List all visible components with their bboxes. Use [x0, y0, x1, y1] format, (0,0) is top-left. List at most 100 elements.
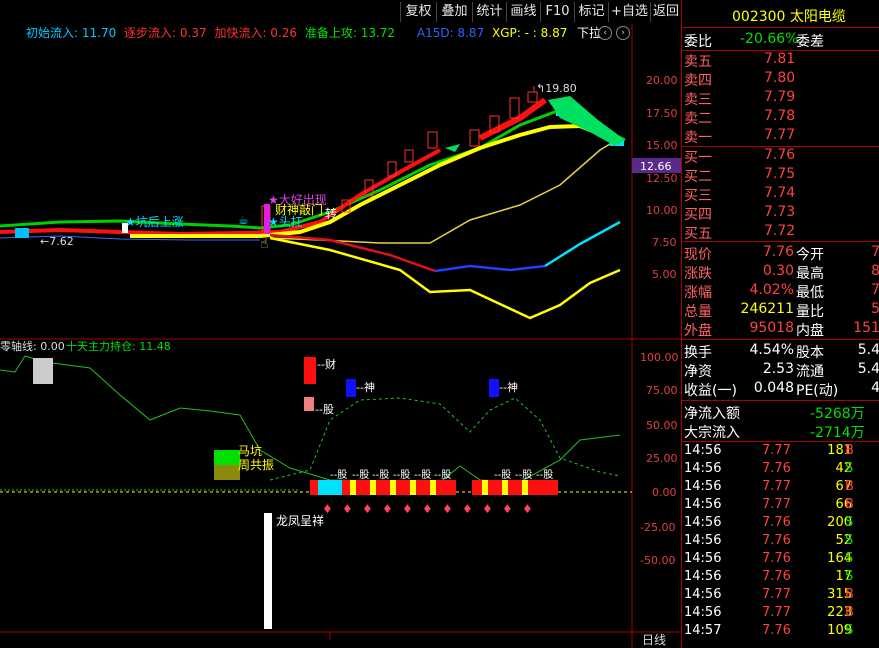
stat2-label-2: 流通 — [796, 364, 824, 380]
axis-label-20: 20.00 — [646, 74, 678, 87]
trade-row[interactable]: 14:56 7.77 66 B — [682, 497, 879, 516]
stat2-row[interactable]: 收益(一) 0.048 PE(动) 4 — [682, 380, 879, 399]
stat-value: 246211 — [740, 301, 794, 317]
stat-label: 涨跌 — [684, 266, 712, 282]
draw-line-button[interactable]: 画线 — [506, 2, 540, 22]
bid-row[interactable]: 买三 7.74 — [682, 185, 879, 204]
stat2-value: 4.54% — [749, 342, 794, 358]
ask-label: 卖三 — [684, 92, 712, 108]
ask-row[interactable]: 卖四 7.80 — [682, 70, 879, 89]
trade-row[interactable]: 14:56 7.77 181 B — [682, 443, 879, 462]
turn-label: 转 — [325, 206, 337, 221]
trade-row[interactable]: 14:56 7.76 52 S — [682, 533, 879, 552]
stat2-row[interactable]: 换手 4.54% 股本 5.4 — [682, 342, 879, 361]
stat-value-2: 5 — [871, 301, 879, 317]
ma-cyan-line — [544, 220, 621, 268]
trade-row[interactable]: 14:56 7.77 315 B — [682, 587, 879, 606]
low-price-label: ←7.62 — [40, 235, 74, 248]
bid-row[interactable]: 买四 7.73 — [682, 204, 879, 223]
svg-text:--股: --股 — [352, 469, 369, 481]
ask-row[interactable]: 卖五 7.81 — [682, 51, 879, 70]
f10-button[interactable]: F10 — [540, 2, 574, 22]
green-fan — [548, 96, 625, 146]
back-button[interactable]: 返回 — [650, 2, 681, 22]
sep-header — [682, 27, 879, 28]
trade-time: 14:56 — [684, 533, 722, 548]
stock-code: 002300 — [732, 9, 786, 25]
axis-label-5: 5.00 — [652, 268, 677, 281]
fuquan-button[interactable]: 复权 — [400, 2, 436, 22]
sub-axis-m25: -25.00 — [640, 521, 675, 534]
sub-axis-25: 25.00 — [646, 452, 678, 465]
overlay-button[interactable]: 叠加 — [436, 2, 472, 22]
grey-marker — [33, 358, 53, 384]
stat-value-2: 151 — [853, 320, 879, 336]
trade-time: 14:56 — [684, 587, 722, 602]
trade-side: B — [845, 479, 854, 494]
daily-tab[interactable]: 日线 — [642, 633, 666, 647]
stat-value: 95018 — [749, 320, 794, 336]
trade-row[interactable]: 14:56 7.76 164 S — [682, 551, 879, 570]
axis-label-12-5: 12.50 — [646, 172, 678, 185]
svg-text:--股: --股 — [393, 469, 410, 481]
stat2-label-2: 股本 — [796, 345, 824, 361]
toolbar: 复权 叠加 统计 画线 F10 标记 +自选 返回 — [0, 0, 681, 24]
bid-price: 7.76 — [764, 147, 796, 163]
stat-value-2: 8 — [871, 263, 879, 279]
svg-text:♦: ♦ — [342, 502, 353, 516]
svg-text:--股: --股 — [330, 469, 347, 481]
stat-row[interactable]: 总量 246211 量比 5 — [682, 301, 879, 320]
trade-price: 7.76 — [762, 569, 791, 584]
bid-row[interactable]: 买五 7.72 — [682, 223, 879, 242]
trade-side: B — [845, 587, 854, 602]
stock-name: 太阳电缆 — [789, 9, 846, 25]
cai-label: --财 — [317, 357, 336, 371]
trade-side: B — [845, 497, 854, 512]
sub-axis: 100.00 75.00 50.00 25.00 0.00 -25.00 -50… — [640, 351, 679, 567]
stock-header: 002300 太阳电缆 — [732, 6, 846, 25]
trade-row[interactable]: 14:57 7.76 109 S — [682, 623, 879, 642]
stat2-row[interactable]: 净资 2.53 流通 5.4 — [682, 361, 879, 380]
trade-row[interactable]: 14:56 7.76 42 S — [682, 461, 879, 480]
stat-row[interactable]: 现价 7.76 今开 7 — [682, 244, 879, 263]
bid-label: 买三 — [684, 188, 712, 204]
trade-row[interactable]: 14:56 7.77 67 B — [682, 479, 879, 498]
net-inflow-value: -5268万 — [810, 406, 865, 422]
bid-label: 买五 — [684, 226, 712, 242]
stat-row[interactable]: 涨幅 4.02% 最低 7 — [682, 282, 879, 301]
sep-stats2 — [682, 400, 879, 401]
high-price-label: ↰19.80 — [536, 82, 577, 95]
stats-button[interactable]: 统计 — [472, 2, 506, 22]
stat-row[interactable]: 外盘 95018 内盘 151 — [682, 320, 879, 339]
trade-row[interactable]: 14:56 7.77 223 B — [682, 605, 879, 624]
ask-row[interactable]: 卖二 7.78 — [682, 108, 879, 127]
mark-button[interactable]: 标记 — [574, 2, 608, 22]
trade-side: S — [845, 533, 854, 548]
cai-marker — [304, 357, 316, 384]
chart-area[interactable]: 20.00 17.50 15.00 12.50 10.00 7.50 5.00 … — [0, 24, 681, 648]
main-price-axis: 20.00 17.50 15.00 12.50 10.00 7.50 5.00 — [646, 74, 678, 281]
ma-keng-label: 马坑 — [238, 443, 262, 458]
stat-label: 涨幅 — [684, 285, 712, 301]
head-shoulder-label: ★头扛 — [268, 214, 303, 229]
stat-label-2: 量比 — [796, 304, 824, 320]
weibi-label: 委比 — [684, 34, 712, 50]
bid-row[interactable]: 买二 7.75 — [682, 166, 879, 185]
trade-row[interactable]: 14:56 7.76 200 S — [682, 515, 879, 534]
ask-label: 卖二 — [684, 111, 712, 127]
ask-row[interactable]: 卖三 7.79 — [682, 89, 879, 108]
ask-row[interactable]: 卖一 7.77 — [682, 127, 879, 146]
trade-price: 7.77 — [762, 587, 791, 602]
trade-time: 14:56 — [684, 461, 722, 476]
bid-row[interactable]: 买一 7.76 — [682, 147, 879, 166]
add-watchlist-button[interactable]: +自选 — [608, 2, 650, 22]
axis-label-10: 10.00 — [646, 204, 678, 217]
long-feng-label: 龙凤呈祥 — [276, 514, 324, 528]
stat-row[interactable]: 涨跌 0.30 最高 8 — [682, 263, 879, 282]
svg-text:♦: ♦ — [422, 502, 433, 516]
block-inflow-value: -2714万 — [810, 425, 865, 441]
block-inflow-label: 大宗流入 — [684, 425, 740, 441]
trade-time: 14:56 — [684, 515, 722, 530]
trade-side: S — [845, 515, 854, 530]
trade-row[interactable]: 14:56 7.76 17 S — [682, 569, 879, 588]
